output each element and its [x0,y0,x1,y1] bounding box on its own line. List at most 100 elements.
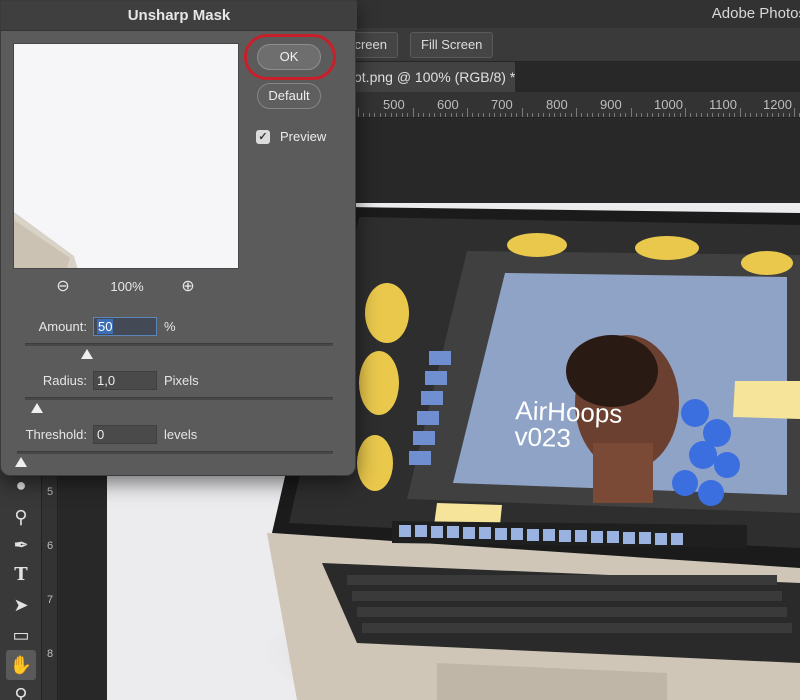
ruler-tick [565,113,567,117]
ruler-tick [750,113,752,117]
ruler-tick [488,113,490,117]
ruler-tick [794,108,795,117]
ruler-tick [625,113,627,117]
ruler-tick [576,108,577,117]
ruler-label: 700 [491,97,513,112]
pen-icon[interactable]: ✒ [6,530,36,560]
amount-input[interactable]: 50 [93,317,157,336]
ruler-tick [635,113,637,117]
ruler-label: 800 [546,97,568,112]
ruler-tick [734,113,736,117]
ruler-label: 900 [600,97,622,112]
ruler-tick [434,113,436,117]
ruler-tick [723,113,725,117]
ruler-label: 1200 [763,97,792,112]
ruler-tick [586,113,588,117]
ruler-tick [674,113,676,117]
threshold-slider[interactable] [15,451,333,467]
ruler-tick [537,113,539,117]
unsharp-mask-dialog: Unsharp Mask ⊖ 100% ⊕ OK Default ✓ Previ… [0,0,357,476]
hand-icon[interactable]: ✋ [6,650,36,680]
path-selection-icon[interactable]: ➤ [6,590,36,620]
ruler-tick [461,113,463,117]
ruler-tick [581,113,583,117]
ruler-tick [358,108,359,117]
ok-highlight-annotation [244,34,336,80]
ruler-tick [630,108,632,117]
zoom-in-icon[interactable]: ⊕ [178,277,198,297]
ruler-tick [532,113,534,117]
ruler-tick [788,113,790,117]
ruler-tick [641,113,643,117]
ruler-tick [728,113,730,117]
ruler-tick [401,113,403,117]
radius-slider[interactable] [25,397,333,413]
ruler-label: 1100 [709,97,737,112]
amount-slider[interactable] [25,343,333,359]
type-icon[interactable]: T [6,560,36,590]
dialog-title: Unsharp Mask [1,1,357,31]
rectangle-icon[interactable]: ▭ [6,620,36,650]
ruler-tick [668,113,670,117]
ruler-tick [690,113,692,117]
ruler-label: 8 [46,648,54,660]
ruler-tick [379,113,381,117]
ruler-tick [374,113,376,117]
ruler-tick [657,113,659,117]
ruler-tick [548,113,550,117]
ruler-tick [505,113,507,117]
ruler-tick [755,113,757,117]
ruler-tick [385,113,387,117]
ruler-tick [744,113,746,117]
ruler-tick [423,113,425,117]
ruler-tick [685,108,686,117]
ruler-tick [592,113,594,117]
dodge-icon[interactable]: ⚲ [6,502,36,532]
ruler-tick [396,113,398,117]
ruler-tick [597,113,599,117]
ruler-label: 5 [46,486,54,498]
ruler-tick [554,113,556,117]
ruler-tick [777,113,779,117]
ruler-tick [679,113,681,117]
amount-slider-thumb[interactable] [80,349,93,360]
app-title: Adobe Photos [711,5,800,22]
screen: { "app": { "title": "Adobe Photos" }, "o… [0,0,800,700]
default-button[interactable]: Default [257,83,321,109]
threshold-input[interactable]: 0 [93,425,157,444]
ruler-tick [701,113,703,117]
ruler-tick [467,108,468,117]
ruler-tick [483,113,485,117]
ruler-tick [417,113,419,117]
ruler-tick [619,113,621,117]
fill-screen-button[interactable]: Fill Screen [410,32,494,58]
ruler-tick [761,113,763,117]
preview-thumbnail[interactable] [13,43,239,269]
threshold-unit: levels [164,427,198,442]
ruler-tick [739,108,741,117]
ruler-tick [472,113,474,117]
ruler-tick [614,113,616,117]
ruler-tick [412,108,414,117]
radius-unit: Pixels [164,373,199,388]
preview-checkbox[interactable]: ✓ [256,130,270,144]
preview-image [14,212,78,268]
radius-label: Radius: [42,373,87,388]
zoom-out-icon[interactable]: ⊖ [53,277,73,297]
ruler-tick [706,113,708,117]
ruler-tick [783,113,785,117]
ruler-tick [603,113,605,117]
ruler-tick [456,113,458,117]
ruler-tick [521,108,523,117]
threshold-slider-thumb[interactable] [15,457,27,468]
ruler-tick [494,113,496,117]
zoom-icon[interactable]: ⚲ [6,680,36,700]
ruler-label: 500 [383,97,405,112]
radius-input[interactable]: 1,0 [93,371,157,390]
radius-slider-thumb[interactable] [31,403,44,414]
ruler-tick [363,113,365,117]
screen-title: AirHoops v023 [514,395,623,453]
ruler-tick [570,113,572,117]
ruler-tick [772,113,774,117]
amount-unit: % [164,319,176,334]
